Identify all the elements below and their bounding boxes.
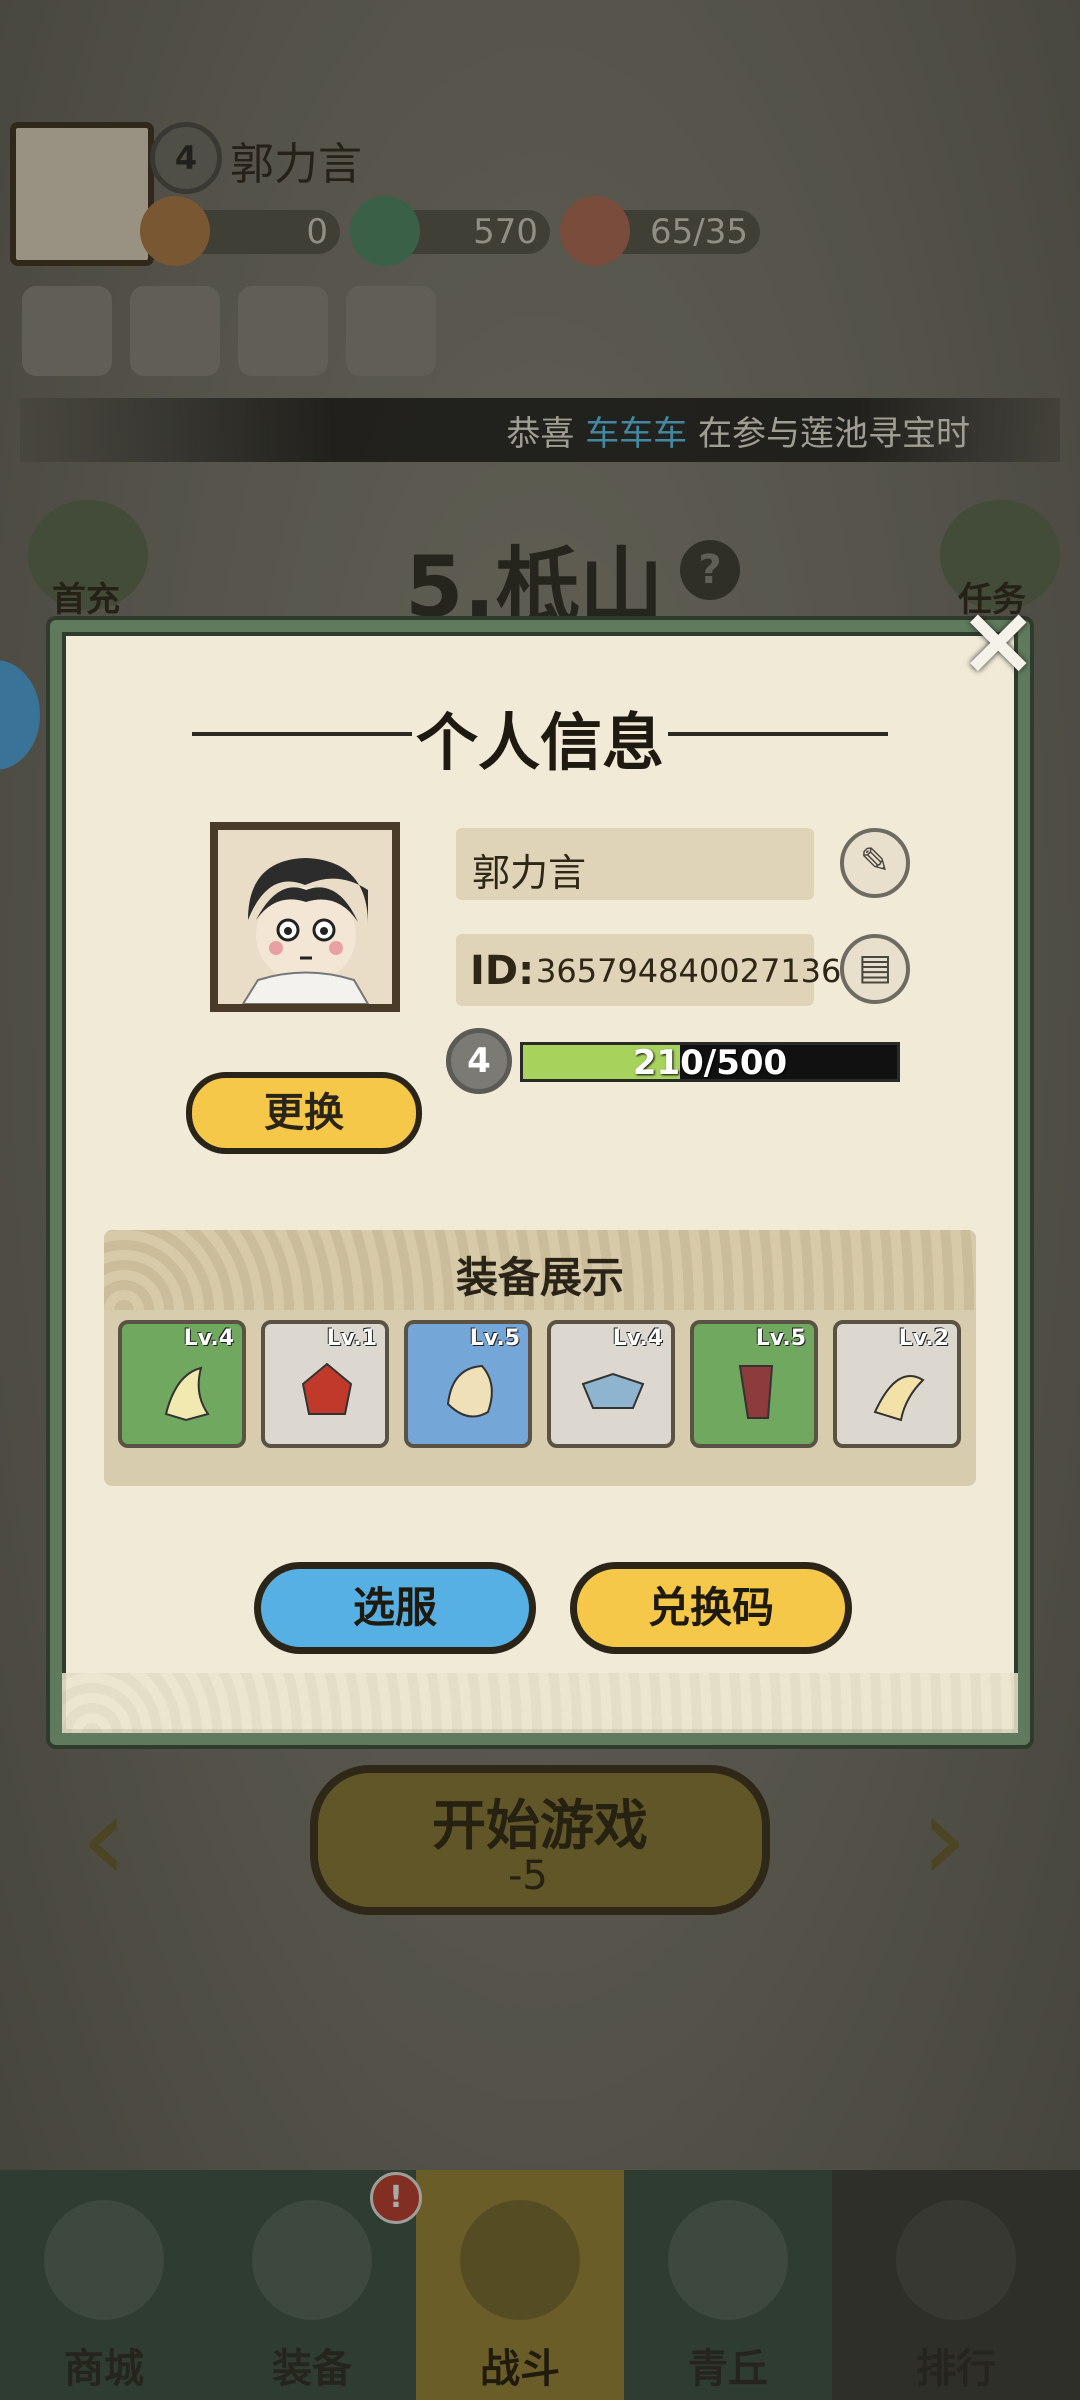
dialog-title: 个人信息 [415,706,664,779]
equipment-slot[interactable]: Lv.2 [833,1320,961,1448]
equipment-panel: 装备展示 Lv.4 Lv.1 Lv.5 Lv.4 Lv.5 Lv.2 [104,1230,976,1486]
profile-dialog: 个人信息 更换 郭力言 ✎ ID: 365794840027136 ▤ 4 21… [50,620,1030,1745]
equipment-item-icon [289,1354,365,1430]
select-server-button[interactable]: 选服 [254,1562,536,1654]
experience-bar: 210/500 [520,1042,900,1083]
copy-id-icon[interactable]: ▤ [840,934,910,1004]
dialog-wave-pattern [62,1673,1018,1733]
equipment-item-icon [432,1354,508,1430]
profile-level-badge: 4 [446,1028,512,1094]
change-avatar-button[interactable]: 更换 [186,1072,422,1154]
id-value: 365794840027136 [536,952,842,990]
redeem-code-button[interactable]: 兑换码 [570,1562,852,1654]
nickname-value: 郭力言 [472,851,587,895]
equipment-slot[interactable]: Lv.5 [404,1320,532,1448]
equipment-item-icon [575,1354,651,1430]
equipment-slot[interactable]: Lv.4 [547,1320,675,1448]
equipment-item-icon [146,1354,222,1430]
equipment-item-icon [861,1354,937,1430]
close-icon[interactable]: × [958,592,1038,688]
equipment-level: Lv.5 [755,1326,806,1351]
profile-portrait [210,822,400,1012]
equipment-level: Lv.4 [183,1326,234,1351]
player-id-field: ID: 365794840027136 [456,934,841,1006]
equipment-level: Lv.2 [898,1326,949,1351]
equipment-level: Lv.4 [612,1326,663,1351]
equipment-slot[interactable]: Lv.5 [690,1320,818,1448]
edit-brush-icon[interactable]: ✎ [840,828,910,898]
experience-text: 210/500 [632,1043,788,1083]
equipment-slot[interactable]: Lv.4 [118,1320,246,1448]
equipment-level: Lv.1 [326,1326,377,1351]
equipment-slot[interactable]: Lv.1 [261,1320,389,1448]
id-label: ID: [470,948,535,994]
character-face-icon [218,830,392,1005]
equipment-title: 装备展示 [455,1253,624,1302]
equipment-level: Lv.5 [469,1326,520,1351]
nickname-field: 郭力言 [456,828,814,900]
equipment-item-icon [718,1354,794,1430]
